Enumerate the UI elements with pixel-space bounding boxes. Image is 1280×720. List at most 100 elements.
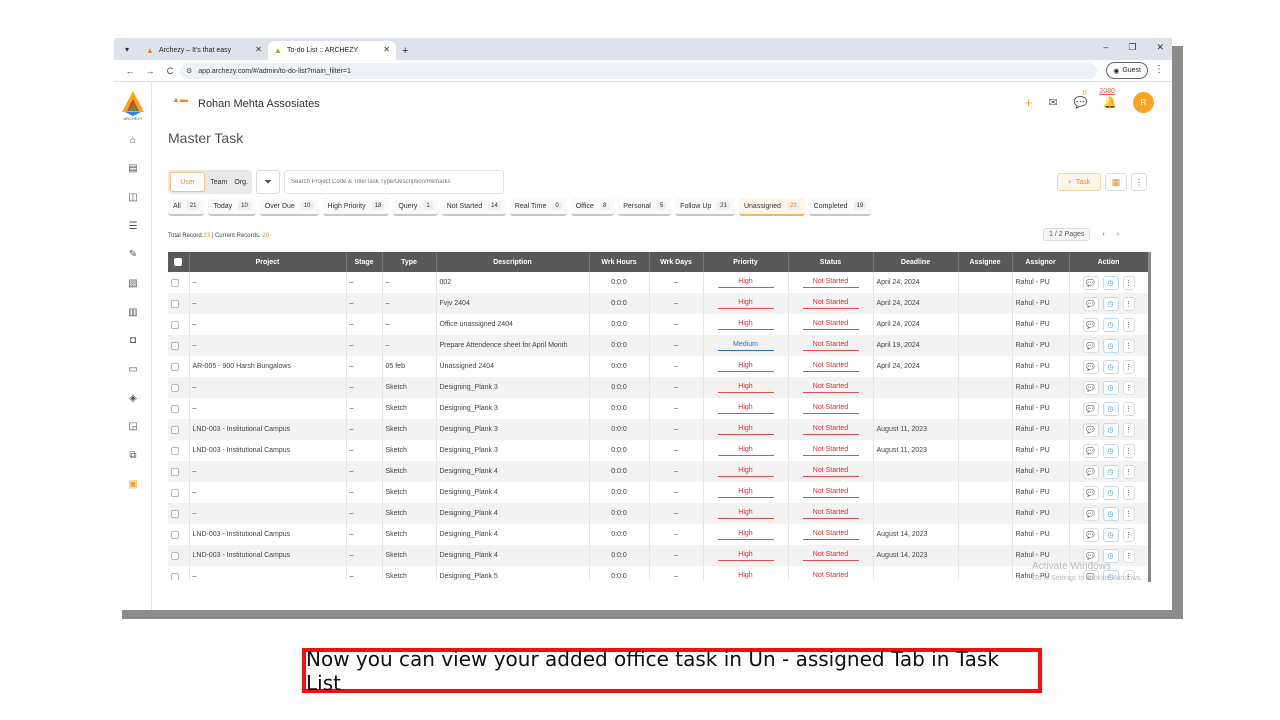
comment-icon[interactable]: 💬 bbox=[1082, 338, 1099, 353]
table-row[interactable]: – – – Prepare Attendence sheet for April Mo… bbox=[168, 335, 1148, 356]
status-badge[interactable]: Not Started bbox=[802, 530, 859, 540]
row-checkbox-cell[interactable] bbox=[168, 293, 190, 314]
comment-icon[interactable]: 💬 bbox=[1082, 422, 1099, 437]
status-badge[interactable]: Not Started bbox=[802, 467, 859, 477]
table-row[interactable]: – – – Office unassigned 2404 0:0:0– High Not S… bbox=[168, 314, 1148, 335]
table-row[interactable]: – – Sketch Designing_Plank 4 0:0:0– High Not S… bbox=[168, 461, 1148, 482]
scope-user[interactable]: User bbox=[170, 172, 206, 192]
status-badge[interactable]: Not Started bbox=[802, 446, 859, 456]
row-menu-icon[interactable]: ⋮ bbox=[1122, 359, 1135, 374]
folder-icon[interactable]: ▭ bbox=[126, 363, 140, 377]
row-checkbox[interactable] bbox=[171, 551, 179, 560]
row-checkbox-cell[interactable] bbox=[168, 314, 190, 335]
filter-tab-follow-up[interactable]: Follow Up 21 bbox=[675, 198, 735, 216]
row-checkbox-cell[interactable] bbox=[168, 440, 190, 461]
clock-icon[interactable]: ◷ bbox=[1102, 317, 1119, 332]
table-row[interactable]: – – Sketch Designing_Plank 5 0:0:0– High Not S… bbox=[168, 566, 1148, 580]
filter-tab-personal[interactable]: Personal 5 bbox=[618, 198, 672, 216]
comment-icon[interactable]: 💬 bbox=[1082, 527, 1099, 542]
row-menu-icon[interactable]: ⋮ bbox=[1122, 317, 1135, 332]
task-board-icon[interactable]: ▧ bbox=[126, 277, 140, 291]
scope-org[interactable]: Org. bbox=[232, 172, 250, 192]
clock-icon[interactable]: ◷ bbox=[1102, 401, 1119, 416]
row-checkbox[interactable] bbox=[171, 530, 179, 539]
status-badge[interactable]: Not Started bbox=[802, 341, 859, 351]
comment-icon[interactable]: 💬 bbox=[1082, 464, 1099, 479]
col-priority[interactable]: Priority bbox=[703, 252, 789, 272]
row-checkbox[interactable] bbox=[171, 299, 179, 308]
shield-icon[interactable]: ◈ bbox=[126, 392, 140, 406]
status-badge[interactable]: Not Started bbox=[802, 425, 859, 435]
status-badge[interactable]: Not Started bbox=[802, 551, 859, 561]
status-badge[interactable]: Not Started bbox=[802, 509, 859, 519]
table-row[interactable]: LND-003 - Institutional Campus – Sketch Des… bbox=[168, 545, 1148, 566]
table-row[interactable]: LND-003 - Institutional Campus – Sketch Des… bbox=[168, 419, 1148, 440]
table-row[interactable]: – – Sketch Designing_Plank 4 0:0:0– High Not S… bbox=[168, 482, 1148, 503]
row-menu-icon[interactable]: ⋮ bbox=[1122, 275, 1135, 290]
col-type[interactable]: Type bbox=[382, 252, 437, 272]
comment-icon[interactable]: 💬 bbox=[1082, 401, 1099, 416]
table-row[interactable]: – – Sketch Designing_Plank 4 0:0:0– High Not S… bbox=[168, 503, 1148, 524]
prev-page-icon[interactable]: ‹ bbox=[1102, 231, 1104, 238]
browser-menu-icon[interactable]: ⋮ bbox=[1154, 64, 1164, 75]
url-field[interactable]: ⚙ app.archezy.com/#/admin/to-do-list?mai… bbox=[180, 63, 1097, 79]
col-wrk-hours[interactable]: Wrk Hours bbox=[589, 252, 650, 272]
chat-icon[interactable]: 💬 0 bbox=[1074, 90, 1088, 109]
table-row[interactable]: AR-005 - 900 Harsh Bungalows –05 feb Unass… bbox=[168, 356, 1148, 377]
minimize-icon[interactable]: – bbox=[1103, 42, 1108, 53]
row-checkbox-cell[interactable] bbox=[168, 377, 190, 398]
comment-icon[interactable]: 💬 bbox=[1082, 506, 1099, 521]
home-icon[interactable]: ⌂ bbox=[126, 134, 140, 148]
row-menu-icon[interactable]: ⋮ bbox=[1122, 401, 1135, 416]
clock-icon[interactable]: ◷ bbox=[1102, 422, 1119, 437]
col-deadline[interactable]: Deadline bbox=[873, 252, 959, 272]
col-wrk-days[interactable]: Wrk Days bbox=[649, 252, 704, 272]
col-description[interactable]: Description bbox=[436, 252, 590, 272]
quick-add-icon[interactable]: + bbox=[1025, 95, 1033, 110]
table-row[interactable]: – – – Fvjv 2404 0:0:0– High Not Started April 2… bbox=[168, 293, 1148, 314]
clock-icon[interactable]: ◷ bbox=[1102, 527, 1119, 542]
row-checkbox-cell[interactable] bbox=[168, 545, 190, 566]
clock-icon[interactable]: ◷ bbox=[1102, 464, 1119, 479]
col-assignee[interactable]: Assignee bbox=[958, 252, 1013, 272]
comment-icon[interactable]: 💬 bbox=[1082, 443, 1099, 458]
maximize-icon[interactable]: ❐ bbox=[1128, 42, 1136, 53]
filter-tab-office[interactable]: Office 8 bbox=[570, 198, 615, 216]
filter-tab-real-time[interactable]: Real Time 0 bbox=[509, 198, 567, 216]
row-checkbox[interactable] bbox=[171, 467, 179, 476]
comment-icon[interactable]: 💬 bbox=[1082, 296, 1099, 311]
book-icon[interactable]: ▥ bbox=[126, 306, 140, 320]
row-checkbox-cell[interactable] bbox=[168, 335, 190, 356]
comment-icon[interactable]: 💬 bbox=[1082, 317, 1099, 332]
forward-icon[interactable]: → bbox=[140, 66, 160, 76]
add-task-button[interactable]: + Task bbox=[1057, 173, 1101, 191]
filter-tab-high-priority[interactable]: High Priority 18 bbox=[322, 198, 390, 216]
new-tab-icon[interactable]: + bbox=[402, 45, 408, 57]
row-checkbox[interactable] bbox=[171, 278, 179, 287]
row-checkbox[interactable] bbox=[171, 509, 179, 518]
row-menu-icon[interactable]: ⋮ bbox=[1122, 338, 1135, 353]
comment-icon[interactable]: 💬 bbox=[1082, 380, 1099, 395]
row-checkbox-cell[interactable] bbox=[168, 419, 190, 440]
filter-tab-today[interactable]: Today 10 bbox=[208, 198, 256, 216]
site-info-icon[interactable]: ⚙ bbox=[186, 67, 192, 75]
row-checkbox-cell[interactable] bbox=[168, 398, 190, 419]
row-checkbox[interactable] bbox=[171, 425, 179, 434]
avatar[interactable]: R bbox=[1133, 92, 1154, 113]
list-icon[interactable]: ☰ bbox=[126, 220, 140, 234]
row-menu-icon[interactable]: ⋮ bbox=[1122, 296, 1135, 311]
row-checkbox-cell[interactable] bbox=[168, 356, 190, 377]
office-icon[interactable]: ▣ bbox=[126, 478, 140, 492]
clock-icon[interactable]: ◷ bbox=[1102, 359, 1119, 374]
row-checkbox-cell[interactable] bbox=[168, 503, 190, 524]
row-checkbox[interactable] bbox=[171, 362, 179, 371]
browser-tab-active[interactable]: ▲ To-do List :: ARCHEZY ✕ bbox=[268, 41, 396, 60]
clock-icon[interactable]: ◷ bbox=[1102, 506, 1119, 521]
status-badge[interactable]: Not Started bbox=[802, 299, 859, 309]
table-row[interactable]: – – Sketch Designing_Plank 3 0:0:0– High Not S… bbox=[168, 398, 1148, 419]
row-checkbox-cell[interactable] bbox=[168, 272, 190, 293]
row-checkbox-cell[interactable] bbox=[168, 566, 190, 580]
comment-icon[interactable]: 💬 bbox=[1082, 359, 1099, 374]
filter-tab-over-due[interactable]: Over Due 10 bbox=[259, 198, 319, 216]
tab-search-icon[interactable]: ▾ bbox=[120, 42, 134, 56]
